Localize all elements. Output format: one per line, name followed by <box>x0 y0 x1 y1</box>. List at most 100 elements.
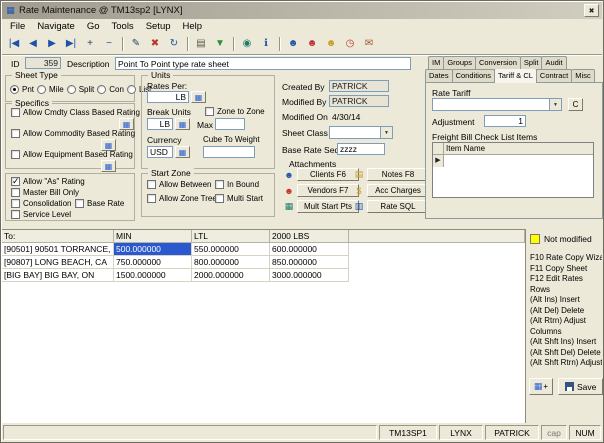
rates-per-lookup-button[interactable]: ▦ <box>191 91 206 103</box>
currency-lookup-button[interactable]: ▦ <box>175 146 190 158</box>
export-menu-button[interactable]: ▼ <box>211 35 229 52</box>
menu-help[interactable]: Help <box>177 20 209 33</box>
shortcut-rows-header: Rows <box>528 285 602 296</box>
base-rate-seq-input[interactable] <box>337 143 385 155</box>
rate-cell-2000lbs[interactable]: 850.000000 <box>270 256 349 269</box>
max-input[interactable] <box>215 118 245 130</box>
prev-record-button[interactable]: ◀ <box>24 35 42 52</box>
tab-im[interactable]: IM <box>428 56 444 69</box>
radio-mile[interactable]: Mile <box>37 85 64 94</box>
rate-cell-ltl[interactable]: 2000.000000 <box>192 269 270 282</box>
globe-button[interactable]: ◉ <box>238 35 256 52</box>
toolbar: |◀ ◀ ▶ ▶| + − ✎ ✖ ↻ ▤ ▼ ◉ ℹ ☻ ☻ ☻ ◷ ✉ <box>2 33 602 54</box>
rate-cell-ltl[interactable]: 800.000000 <box>192 256 270 269</box>
adjustment-input[interactable] <box>484 115 526 127</box>
tab-dates[interactable]: Dates <box>425 69 453 83</box>
close-button[interactable]: ✖ <box>584 4 599 17</box>
checkbox-service-level[interactable]: Service Level <box>11 210 71 219</box>
rate-cell-to[interactable]: [90807] LONG BEACH, CA <box>2 256 114 269</box>
rate-cell-2000lbs[interactable]: 600.000000 <box>270 243 349 256</box>
checkbox-allow-zone-tree[interactable]: Allow Zone Tree <box>147 194 217 203</box>
description-input[interactable] <box>115 57 411 70</box>
rate-cell-2000lbs[interactable]: 3000.000000 <box>270 269 349 282</box>
print-button[interactable]: ▤ <box>192 35 210 52</box>
radio-split[interactable]: Split <box>67 85 95 94</box>
checkbox-label: Allow "As" Rating <box>23 177 85 186</box>
checkbox-allow-commodity[interactable]: Allow Commodity Based Rating <box>11 129 135 138</box>
last-record-button[interactable]: ▶| <box>62 35 80 52</box>
tab-split[interactable]: Split <box>520 56 543 69</box>
rate-tariff-value <box>433 99 549 110</box>
mail-button[interactable]: ✉ <box>360 35 378 52</box>
clients-f6-button[interactable]: Clients F6 <box>297 168 359 181</box>
freight-grid-row[interactable]: ▶ <box>433 155 593 167</box>
checkbox-in-bound[interactable]: In Bound <box>215 180 259 189</box>
break-units-lookup-button[interactable]: ▦ <box>175 118 190 130</box>
tab-conditions[interactable]: Conditions <box>452 69 495 83</box>
save-button[interactable]: Save <box>558 378 603 395</box>
tab-contract[interactable]: Contract <box>536 69 572 83</box>
menu-tools[interactable]: Tools <box>106 20 140 33</box>
break-units-input[interactable] <box>147 118 173 130</box>
rate-cell-ltl[interactable]: 550.000000 <box>192 243 270 256</box>
currency-input[interactable] <box>147 146 173 158</box>
checkbox-allow-between[interactable]: Allow Between <box>147 180 211 189</box>
acc-charges-button[interactable]: Acc Charges <box>367 184 429 197</box>
checkbox-zone-to-zone[interactable]: Zone to Zone <box>205 107 265 116</box>
rate-cell-min[interactable]: 750.000000 <box>114 256 192 269</box>
refresh-button[interactable]: ↻ <box>165 35 183 52</box>
checkbox-label: Allow Between <box>159 180 211 189</box>
tab-tariff-cl[interactable]: Tariff & CL <box>494 69 537 83</box>
checkbox-consolidation[interactable]: Consolidation <box>11 199 71 208</box>
menu-navigate[interactable]: Navigate <box>31 20 81 33</box>
checkbox-allow-as-rating[interactable]: Allow "As" Rating <box>11 177 85 186</box>
drivers-shortcut-button[interactable]: ☻ <box>322 35 340 52</box>
edit-record-button[interactable]: ✎ <box>127 35 145 52</box>
tab-misc[interactable]: Misc <box>571 69 594 83</box>
status-cell-system: TM13SP1 <box>379 425 437 440</box>
checkbox-base-rate[interactable]: Base Rate <box>75 199 124 208</box>
clients-shortcut-button[interactable]: ☻ <box>284 35 302 52</box>
equipment-lookup-button[interactable]: ▦ <box>101 160 116 172</box>
alarm-button[interactable]: ◷ <box>341 35 359 52</box>
rate-tariff-combobox[interactable]: ▼ <box>432 98 562 111</box>
cancel-button[interactable]: ✖ <box>146 35 164 52</box>
grid-toggle-button[interactable]: ▦+ <box>529 378 553 395</box>
rate-cell-min-selected[interactable]: 500.000000 <box>114 243 192 256</box>
status-swatch <box>530 234 540 244</box>
menu-file[interactable]: File <box>4 20 31 33</box>
first-record-button[interactable]: |◀ <box>5 35 23 52</box>
rate-cell-to[interactable]: [BIG BAY] BIG BAY, ON <box>2 269 114 282</box>
tab-groups[interactable]: Groups <box>443 56 476 69</box>
rate-cell-min[interactable]: 1500.000000 <box>114 269 192 282</box>
rate-sql-button[interactable]: Rate SQL <box>367 200 429 213</box>
menu-setup[interactable]: Setup <box>140 20 177 33</box>
checkbox-allow-cmdty-class[interactable]: Allow Cmdty Class Based Rating <box>11 108 140 117</box>
add-record-button[interactable]: + <box>81 35 99 52</box>
menu-go[interactable]: Go <box>81 20 106 33</box>
rate-cell-to[interactable]: [90501] 90501 TORRANCE, CA <box>2 243 114 256</box>
remove-record-button[interactable]: − <box>100 35 118 52</box>
notes-f8-button[interactable]: Notes F8 <box>367 168 429 181</box>
checkbox-master-bill-only[interactable]: Master Bill Only <box>11 188 79 197</box>
cube-to-weight-input[interactable] <box>203 146 255 158</box>
info-button[interactable]: ℹ <box>257 35 275 52</box>
tab-audit[interactable]: Audit <box>541 56 566 69</box>
checkbox-multi-start[interactable]: Multi Start <box>215 194 263 203</box>
tab-conversion[interactable]: Conversion <box>475 56 521 69</box>
user-blue-icon: ☻ <box>288 38 299 49</box>
rates-per-input[interactable] <box>147 91 189 103</box>
next-record-button[interactable]: ▶ <box>43 35 61 52</box>
plus-label: + <box>543 382 548 391</box>
checkbox-allow-equipment[interactable]: Allow Equipment Based Rating <box>11 150 133 159</box>
chevron-down-icon[interactable]: ▼ <box>380 127 392 138</box>
vendors-shortcut-button[interactable]: ☻ <box>303 35 321 52</box>
radio-pnt[interactable]: Pnt <box>10 85 34 94</box>
c-button[interactable]: C <box>568 98 583 111</box>
radio-con[interactable]: Con <box>97 85 124 94</box>
mult-start-pts-button[interactable]: Mult Start Pts <box>297 200 359 213</box>
sheet-class-combobox[interactable]: ▼ <box>329 126 393 139</box>
vendors-f7-button[interactable]: Vendors F7 <box>297 184 359 197</box>
chevron-down-icon[interactable]: ▼ <box>549 99 561 110</box>
checkbox-box <box>11 150 20 159</box>
